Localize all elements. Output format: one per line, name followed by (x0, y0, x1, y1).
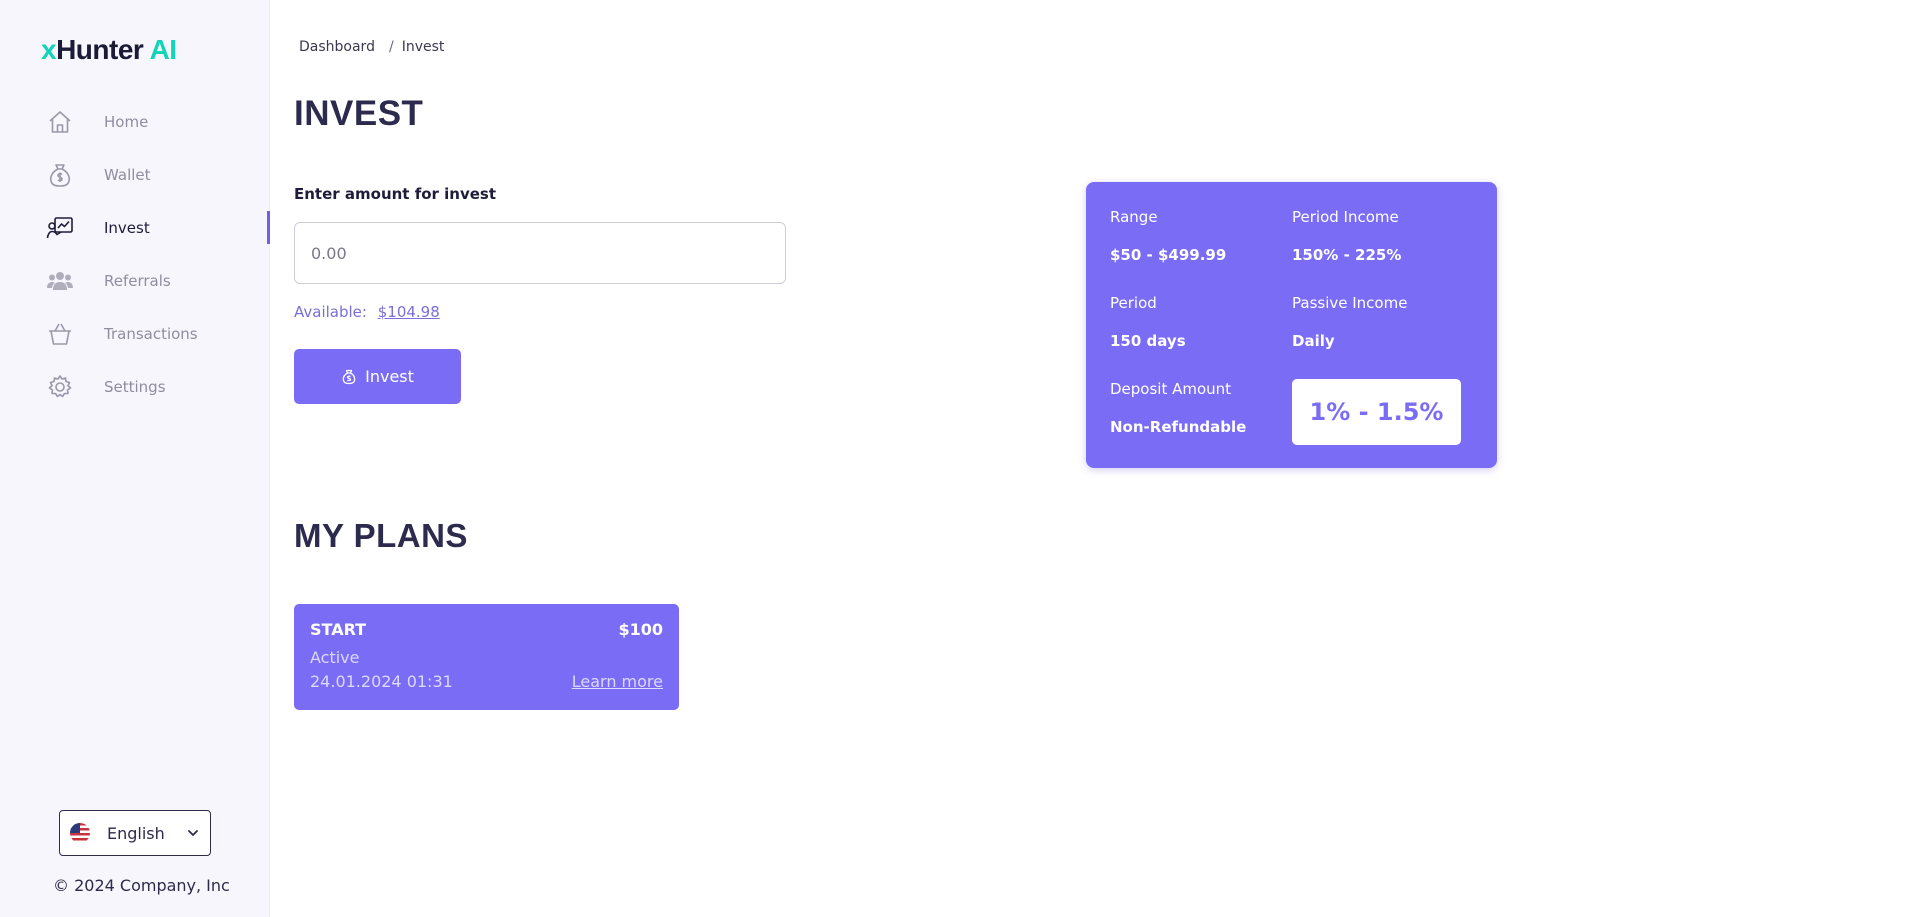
breadcrumb-dashboard[interactable]: Dashboard (299, 39, 375, 55)
deposit-label: Deposit Amount (1110, 380, 1232, 398)
copyright: © 2024 Company, Inc (53, 876, 230, 895)
available-amount[interactable]: $104.98 (378, 303, 440, 321)
users-icon (46, 267, 74, 295)
money-bag-icon (342, 369, 356, 384)
language-label: English (107, 823, 165, 843)
page-title: INVEST (294, 94, 424, 133)
passive-income-label: Passive Income (1292, 294, 1408, 312)
chevron-down-icon (188, 830, 198, 836)
us-flag-icon (70, 823, 90, 843)
sidebar-item-label: Referrals (104, 271, 171, 290)
passive-income-cell: Passive Income Daily (1292, 294, 1407, 350)
breadcrumb-current: Invest (401, 39, 445, 55)
range-label: Range (1110, 208, 1158, 226)
sidebar: xHunter AI Home Wallet Invest Referrals (0, 0, 270, 917)
sidebar-item-invest[interactable]: Invest (0, 201, 270, 254)
period-cell: Period 150 days (1110, 294, 1186, 350)
plan-date: 24.01.2024 01:31 (310, 672, 453, 691)
learn-more-link[interactable]: Learn more (572, 672, 663, 691)
period-income-label: Period Income (1292, 208, 1399, 226)
sidebar-item-label: Home (104, 112, 149, 131)
available-balance: Available: $104.98 (294, 303, 440, 321)
amount-label: Enter amount for invest (294, 185, 497, 203)
breadcrumb: Dashboard / Invest (299, 39, 444, 55)
sidebar-item-wallet[interactable]: Wallet (0, 148, 270, 201)
amount-input[interactable] (294, 222, 786, 284)
gear-icon (46, 373, 74, 401)
passive-income-value: Daily (1292, 332, 1335, 350)
period-income-cell: Period Income 150% - 225% (1292, 208, 1401, 264)
invest-button-label: Invest (365, 367, 414, 386)
logo-name: Hunter (56, 34, 144, 65)
deposit-value: Non-Refundable (1110, 418, 1247, 436)
sidebar-item-label: Transactions (104, 324, 198, 343)
main-content: Dashboard / Invest INVEST Enter amount f… (270, 0, 1920, 917)
daily-rate-badge: 1% - 1.5% (1292, 379, 1461, 445)
plan-info-card: Range $50 - $499.99 Period Income 150% -… (1086, 182, 1497, 468)
money-bag-icon (46, 161, 74, 189)
period-income-value: 150% - 225% (1292, 246, 1402, 264)
sidebar-item-label: Wallet (104, 165, 151, 184)
language-selector[interactable]: English (59, 810, 211, 856)
sidebar-item-settings[interactable]: Settings (0, 360, 270, 413)
invest-button[interactable]: Invest (294, 349, 461, 404)
logo-x: x (41, 34, 57, 65)
plan-amount: $100 (618, 620, 663, 639)
brand-logo[interactable]: xHunter AI (41, 34, 177, 66)
deposit-cell: Deposit Amount Non-Refundable (1110, 380, 1246, 436)
sidebar-item-label: Invest (104, 218, 150, 237)
sidebar-nav: Home Wallet Invest Referrals Transaction… (0, 95, 270, 413)
sidebar-item-home[interactable]: Home (0, 95, 270, 148)
sidebar-item-label: Settings (104, 377, 166, 396)
range-value: $50 - $499.99 (1110, 246, 1227, 264)
plan-status: Active (310, 648, 360, 667)
basket-icon (46, 320, 74, 348)
range-cell: Range $50 - $499.99 (1110, 208, 1226, 264)
logo-ai: AI (149, 34, 178, 65)
plan-item: START $100 Active 24.01.2024 01:31 Learn… (294, 604, 679, 710)
available-label: Available: (294, 303, 367, 321)
home-icon (46, 108, 74, 136)
plan-name: START (310, 620, 367, 639)
my-plans-title: MY PLANS (294, 517, 468, 554)
period-label: Period (1110, 294, 1157, 312)
period-value: 150 days (1110, 332, 1186, 350)
sidebar-item-referrals[interactable]: Referrals (0, 254, 270, 307)
sidebar-item-transactions[interactable]: Transactions (0, 307, 270, 360)
invest-chart-icon (46, 214, 74, 242)
breadcrumb-separator: / (388, 39, 394, 55)
